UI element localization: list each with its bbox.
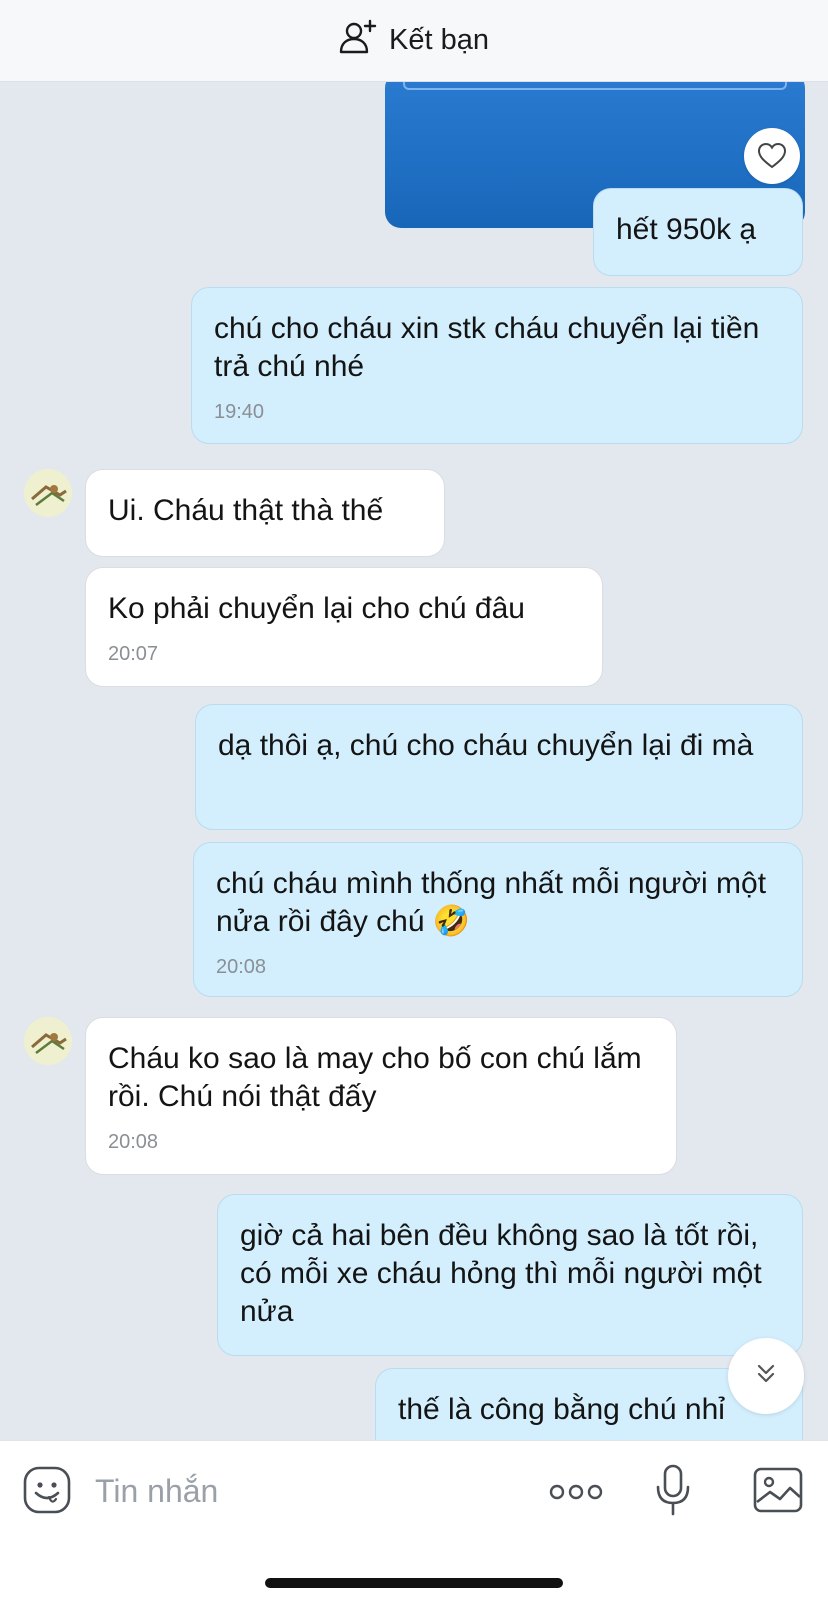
message-bubble-sent[interactable]: dạ thôi ạ, chú cho cháu chuyển lại đi mà: [195, 704, 803, 830]
scroll-to-bottom-button[interactable]: [728, 1338, 804, 1414]
message-time: 20:08: [216, 956, 267, 978]
home-indicator: [265, 1578, 563, 1588]
heart-icon[interactable]: [744, 128, 800, 184]
add-user-icon: [339, 18, 377, 64]
microphone-icon[interactable]: [654, 1463, 692, 1517]
message-time: 20:07: [108, 643, 159, 665]
message-bubble-sent[interactable]: chú cho cháu xin stk cháu chuyển lại tiề…: [191, 287, 803, 444]
message-bubble-received[interactable]: Ko phải chuyển lại cho chú đâu 20:07: [85, 567, 603, 687]
message-bubble-sent[interactable]: chú cháu mình thống nhất mỗi người một n…: [193, 842, 803, 997]
add-friend-button[interactable]: Kết bạn: [339, 18, 489, 64]
message-text: hết 950k ạ: [616, 213, 757, 246]
message-bubble-sent[interactable]: hết 950k ạ: [593, 188, 803, 276]
message-text: giờ cả hai bên đều không sao là tốt rồi,…: [240, 1219, 762, 1328]
image-icon[interactable]: [752, 1466, 804, 1514]
double-chevron-down-icon: [751, 1359, 781, 1394]
avatar[interactable]: [24, 469, 72, 517]
message-time: 19:40: [214, 401, 265, 423]
message-text: Cháu ko sao là may cho bố con chú lắm rồ…: [108, 1042, 642, 1113]
add-friend-label: Kết bạn: [389, 24, 489, 56]
top-bar: Kết bạn: [0, 0, 828, 82]
message-bubble-received[interactable]: Cháu ko sao là may cho bố con chú lắm rồ…: [85, 1017, 677, 1175]
message-composer: Tin nhắn: [0, 1440, 828, 1603]
image-inner-frame: [403, 82, 787, 90]
message-text: thế là công bằng chú nhỉ: [398, 1393, 725, 1426]
chat-area[interactable]: hết 950k ạ chú cho cháu xin stk cháu chu…: [0, 82, 828, 1440]
more-icon[interactable]: [548, 1477, 604, 1507]
message-text: chú cho cháu xin stk cháu chuyển lại tiề…: [214, 312, 760, 383]
message-bubble-received[interactable]: Ui. Cháu thật thà thế: [85, 469, 445, 557]
message-text: dạ thôi ạ, chú cho cháu chuyển lại đi mà: [218, 729, 754, 762]
message-bubble-sent[interactable]: giờ cả hai bên đều không sao là tốt rồi,…: [217, 1194, 803, 1356]
message-input[interactable]: Tin nhắn: [95, 1473, 218, 1510]
sticker-icon[interactable]: [22, 1465, 72, 1515]
message-text: Ui. Cháu thật thà thế: [108, 494, 384, 527]
message-time: 20:08: [108, 1131, 159, 1153]
avatar[interactable]: [24, 1017, 72, 1065]
message-text: chú cháu mình thống nhất mỗi người một n…: [216, 867, 767, 938]
message-text: Ko phải chuyển lại cho chú đâu: [108, 592, 525, 625]
